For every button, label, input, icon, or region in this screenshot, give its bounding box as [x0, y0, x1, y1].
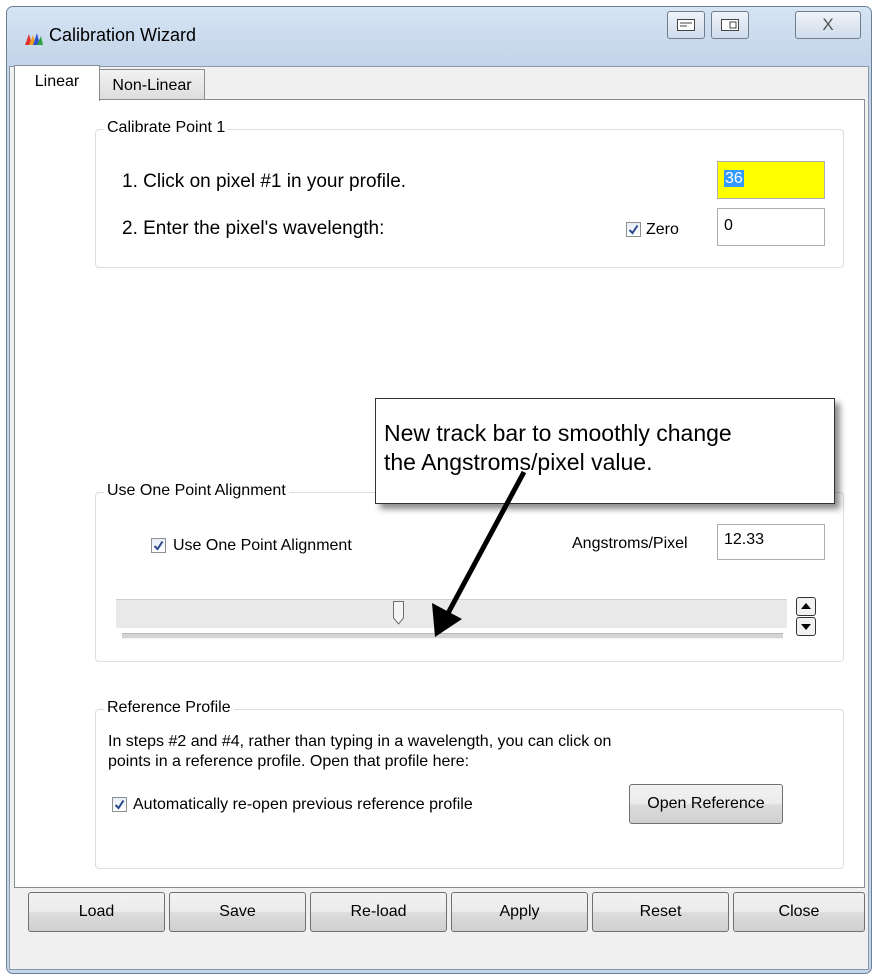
save-button[interactable]: Save [169, 892, 306, 932]
auto-reopen-checkbox[interactable] [112, 797, 127, 812]
one-point-alignment-legend: Use One Point Alignment [104, 482, 289, 500]
footer-button-bar: Load Save Re-load Apply Reset Close [10, 892, 868, 942]
title-bar[interactable]: Calibration Wizard X [7, 7, 871, 61]
checkmark-icon [628, 224, 639, 235]
step2-text: 2. Enter the pixel's wavelength: [122, 218, 385, 239]
window-title: Calibration Wizard [49, 25, 197, 45]
slider-thumb-icon [393, 601, 404, 625]
restore-icon [721, 19, 739, 31]
apply-label: Apply [499, 903, 540, 920]
reload-button[interactable]: Re-load [310, 892, 447, 932]
use-one-point-label: Use One Point Alignment [173, 537, 352, 554]
step1-text: 1. Click on pixel #1 in your profile. [122, 171, 407, 192]
load-button[interactable]: Load [28, 892, 165, 932]
apply-button[interactable]: Apply [451, 892, 588, 932]
checkmark-icon [114, 799, 125, 810]
pixel-number-value: 36 [724, 170, 744, 187]
calibration-wizard-window: Calibration Wizard X Linear Non-Linear C… [6, 6, 872, 974]
angstroms-per-pixel-field[interactable]: 12.33 [717, 524, 825, 560]
angstroms-spinner [796, 597, 816, 637]
save-label: Save [219, 903, 256, 920]
auto-reopen-label: Automatically re-open previous reference… [133, 796, 473, 813]
annotation-callout: New track bar to smoothly change the Ang… [375, 398, 835, 504]
wavelength-value: 0 [724, 217, 733, 234]
reference-profile-group: Reference Profile In steps #2 and #4, ra… [95, 699, 844, 869]
pixel-number-field[interactable]: 36 [717, 161, 825, 199]
calibrate-point-legend: Calibrate Point 1 [104, 119, 229, 137]
spectrum-icon [25, 33, 43, 45]
callout-line1: New track bar to smoothly change [384, 420, 732, 446]
minimize-button[interactable] [667, 11, 705, 39]
close-dialog-label: Close [778, 903, 820, 920]
checkmark-icon [153, 540, 164, 551]
minimize-icon [677, 19, 695, 31]
track-bar-channel [122, 633, 783, 639]
dialog-client-area: Linear Non-Linear Calibrate Point 1 1. C… [9, 65, 869, 970]
zero-checkbox[interactable] [626, 222, 641, 237]
load-label: Load [78, 903, 115, 920]
triangle-up-icon [801, 603, 811, 609]
reference-profile-legend: Reference Profile [104, 699, 234, 717]
triangle-down-icon [801, 624, 811, 630]
tab-linear-label: Linear [34, 73, 80, 90]
spin-up-button[interactable] [796, 597, 816, 616]
wavelength-field[interactable]: 0 [717, 208, 825, 246]
track-bar-thumb[interactable] [393, 601, 404, 625]
angstroms-per-pixel-value: 12.33 [724, 531, 765, 548]
linear-tab-page: Calibrate Point 1 1. Click on pixel #1 i… [14, 99, 865, 888]
calibrate-point-group: Calibrate Point 1 1. Click on pixel #1 i… [95, 119, 844, 268]
spin-down-button[interactable] [796, 617, 816, 636]
tab-linear[interactable]: Linear [14, 65, 100, 101]
tab-non-linear-label: Non-Linear [112, 77, 192, 94]
angstroms-track-bar[interactable] [116, 599, 787, 639]
reset-label: Reset [639, 903, 682, 920]
close-button[interactable]: X [795, 11, 861, 39]
callout-line2: the Angstroms/pixel value. [384, 449, 653, 475]
reference-description-line1: In steps #2 and #4, rather than typing i… [108, 733, 612, 750]
one-point-alignment-group: Use One Point Alignment Use One Point Al… [95, 482, 844, 662]
reference-description-line2: points in a reference profile. Open that… [108, 753, 470, 770]
angstroms-per-pixel-label: Angstroms/Pixel [572, 535, 688, 552]
close-icon: X [822, 15, 834, 34]
close-dialog-button[interactable]: Close [733, 892, 865, 932]
open-reference-label: Open Reference [647, 795, 765, 812]
zero-label: Zero [646, 221, 679, 238]
reload-label: Re-load [350, 903, 407, 920]
open-reference-button[interactable]: Open Reference [629, 784, 783, 824]
tab-non-linear[interactable]: Non-Linear [99, 69, 205, 101]
restore-button[interactable] [711, 11, 749, 39]
reset-button[interactable]: Reset [592, 892, 729, 932]
track-bar-background [116, 599, 787, 628]
use-one-point-checkbox[interactable] [151, 538, 166, 553]
